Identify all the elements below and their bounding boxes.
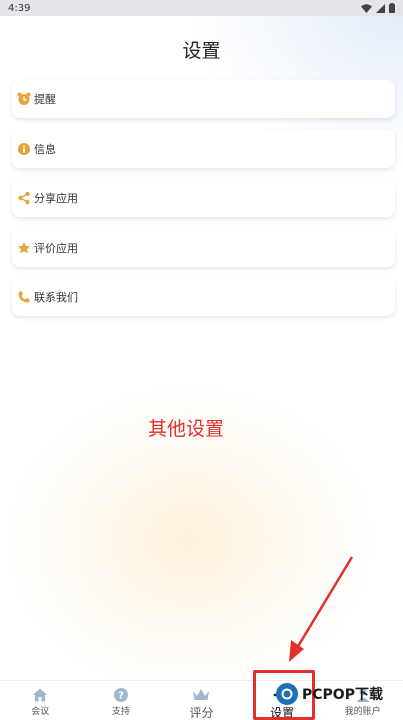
annotation-label: 其他设置 [147, 418, 224, 440]
tab-label: 我的账户 [344, 707, 381, 717]
alarm-clock-icon [17, 92, 31, 106]
share-icon [17, 191, 31, 205]
status-icons [361, 3, 395, 13]
battery-icon [389, 3, 395, 13]
help-icon: ? [112, 686, 130, 704]
tab-label: 设置 [270, 706, 295, 720]
phone-icon [17, 290, 31, 304]
watermark-logo [276, 683, 298, 705]
page-title: 设置 [182, 40, 221, 62]
menu-item-label: 评价应用 [34, 241, 78, 255]
tab-label: 会议 [31, 707, 50, 717]
tab-meeting[interactable]: 会议 [0, 681, 81, 717]
menu-item-label: 提醒 [34, 93, 56, 106]
settings-menu: 提醒 信息 分享应用 评价应用 联系我们 [12, 80, 395, 328]
watermark-text: PCPOP下载 [302, 687, 383, 703]
svg-text:?: ? [118, 691, 124, 702]
status-time: 4:39 [8, 2, 31, 14]
watermark: PCPOP下载 [276, 683, 383, 705]
menu-item-info[interactable]: 信息 [12, 129, 395, 168]
menu-item-share[interactable]: 分享应用 [12, 179, 395, 217]
status-bar: 4:39 [0, 0, 403, 16]
tab-rate[interactable]: 评分 [161, 681, 242, 720]
menu-item-reminder[interactable]: 提醒 [12, 80, 395, 118]
tab-label: 评分 [189, 706, 214, 720]
tab-label: 支持 [111, 707, 130, 717]
tab-support[interactable]: ? 支持 [81, 681, 162, 717]
menu-item-label: 信息 [34, 142, 56, 156]
wifi-icon [361, 3, 372, 13]
menu-item-label: 联系我们 [34, 291, 78, 304]
menu-item-rate[interactable]: 评价应用 [12, 228, 395, 267]
crown-icon [192, 686, 210, 704]
menu-item-contact[interactable]: 联系我们 [12, 278, 395, 316]
signal-icon [376, 3, 385, 13]
star-icon [17, 241, 31, 255]
menu-item-label: 分享应用 [34, 192, 78, 205]
info-icon [17, 142, 31, 156]
home-icon [31, 686, 49, 704]
